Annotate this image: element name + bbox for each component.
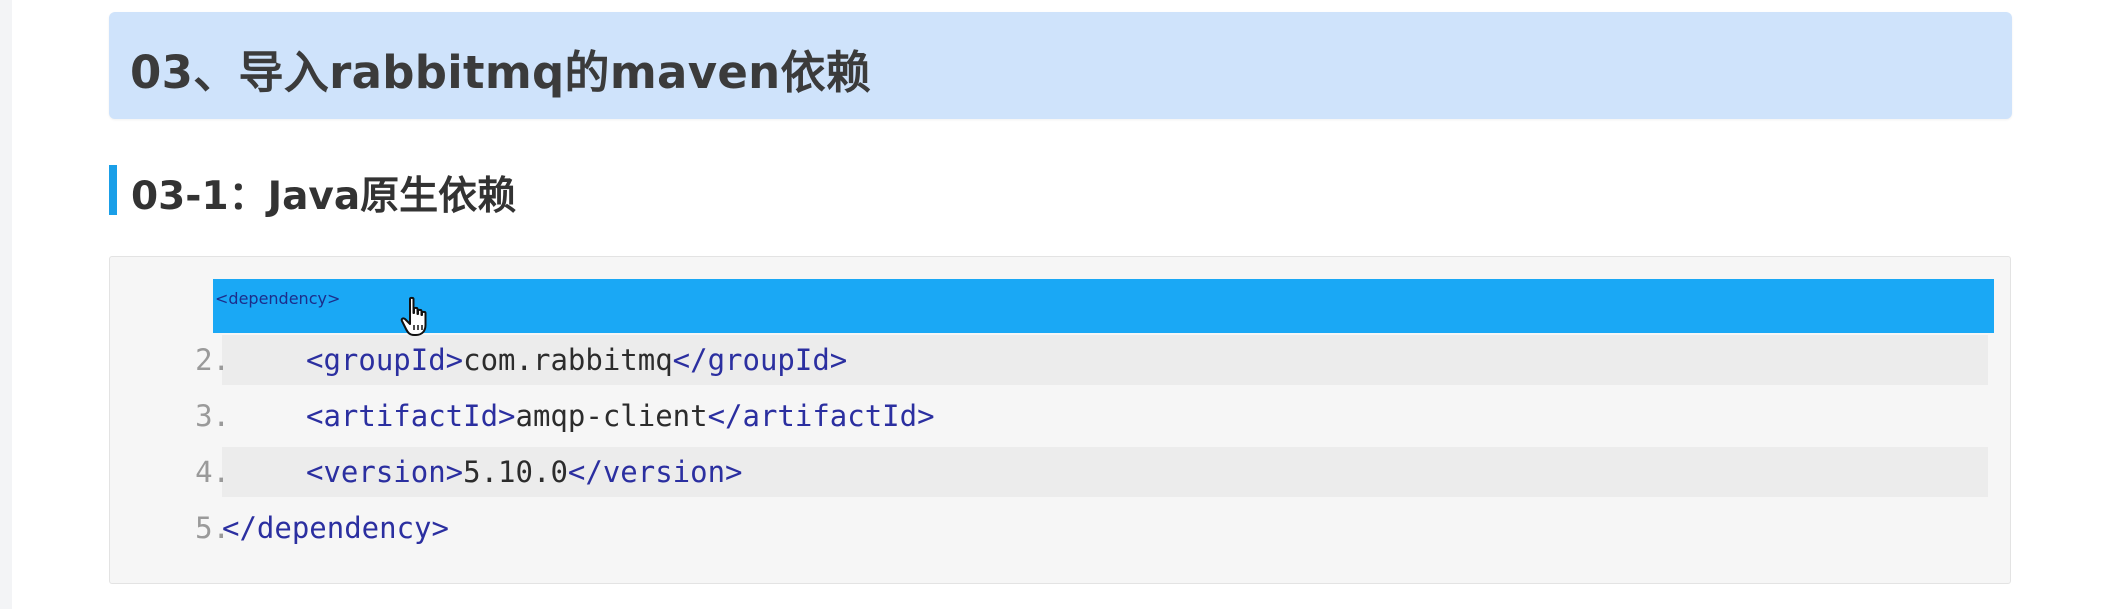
code-line[interactable]: 5. </dependency> xyxy=(110,501,2010,555)
code-close-tag: </version> xyxy=(567,455,743,489)
line-number: 3. xyxy=(195,399,230,433)
hand-pointer-icon xyxy=(400,296,427,336)
code-line[interactable]: 3. <artifactId>amqp-client</artifactId> xyxy=(110,389,2010,443)
line-number: 2. xyxy=(195,343,230,377)
code-content: 5.10.0 xyxy=(463,455,568,489)
code-open-tag: </dependency> xyxy=(222,511,449,545)
code-line-selected[interactable]: <dependency> xyxy=(213,279,1994,333)
code-content: com.rabbitmq xyxy=(463,343,673,377)
code-line-text: <groupId>com.rabbitmq</groupId> xyxy=(306,343,847,377)
code-line-text: <artifactId>amqp-client</artifactId> xyxy=(306,399,935,433)
page-left-gutter xyxy=(0,0,12,609)
code-open-tag: <groupId> xyxy=(306,343,464,377)
code-open-tag: <version> xyxy=(306,455,464,489)
code-line-1-text: <dependency> xyxy=(215,289,340,308)
code-tag: <dependency> xyxy=(215,289,341,308)
code-close-tag: </groupId> xyxy=(672,343,848,377)
code-line[interactable]: 2. <groupId>com.rabbitmq</groupId> xyxy=(110,333,2010,387)
code-block[interactable]: <dependency> 2. <groupId>com.rabbitmq</g… xyxy=(109,256,2011,584)
line-number: 4. xyxy=(195,455,230,489)
subheading-title: 03-1：Java原生依赖 xyxy=(131,174,517,219)
subheading-accent-bar xyxy=(109,165,117,215)
code-content: amqp-client xyxy=(515,399,708,433)
code-line-text: <version>5.10.0</version> xyxy=(306,455,743,489)
section-heading-title: 03、导入rabbitmq的maven依赖 xyxy=(130,46,872,99)
code-close-tag: </artifactId> xyxy=(707,399,935,433)
code-open-tag: <artifactId> xyxy=(306,399,516,433)
code-line-text: </dependency> xyxy=(222,511,449,545)
code-line[interactable]: 4. <version>5.10.0</version> xyxy=(110,445,2010,499)
line-number: 5. xyxy=(195,511,230,545)
